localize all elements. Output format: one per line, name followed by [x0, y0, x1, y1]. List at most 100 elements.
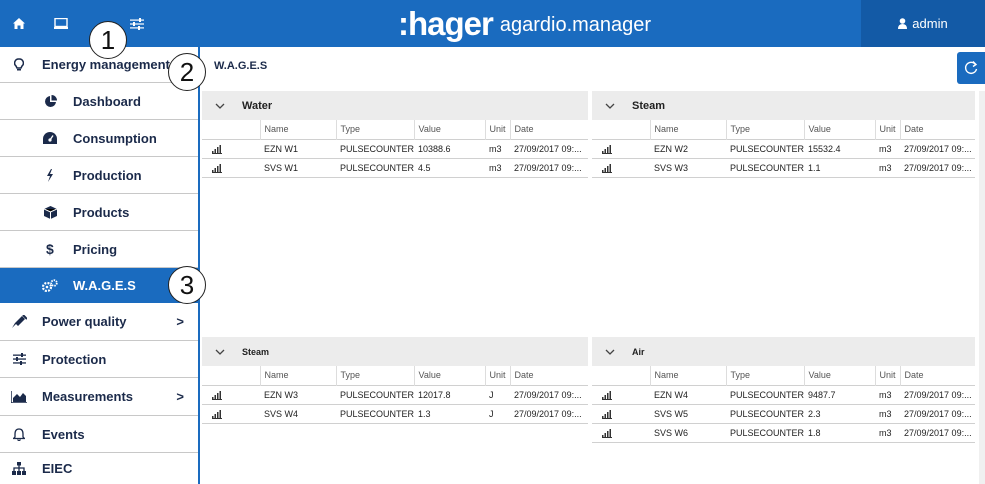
gauge-icon	[40, 132, 60, 144]
sidebar-item-label: Measurements	[42, 389, 134, 404]
col-unit[interactable]: Unit	[484, 366, 511, 385]
signal-bars-icon	[212, 390, 222, 400]
table-row[interactable]: SVS W4 PULSECOUNTER 1.3 J 27/09/2017 09:…	[202, 403, 588, 424]
col-type[interactable]: Type	[725, 120, 805, 139]
chevron-down-icon[interactable]	[605, 349, 617, 355]
panel-header[interactable]: Water	[202, 91, 588, 120]
table-row[interactable]: EZN W2 PULSECOUNTER 15532.4 m3 27/09/201…	[592, 138, 975, 158]
cell-date: 27/09/2017 09:...	[510, 138, 588, 158]
cell-type: PULSECOUNTER	[726, 138, 805, 158]
meter-table: Name Type Value Unit Date EZN W1 PULSECO…	[202, 120, 588, 178]
cell-unit: J	[485, 384, 511, 404]
monitor-icon	[54, 18, 68, 29]
table-row[interactable]: SVS W6 PULSECOUNTER 1.8 m3 27/09/2017 09…	[592, 422, 975, 443]
sidebar-item-protection[interactable]: Protection	[0, 341, 198, 378]
col-unit[interactable]: Unit	[484, 120, 511, 139]
user-menu[interactable]: admin	[861, 0, 985, 47]
cell-date: 27/09/2017 09:...	[900, 403, 975, 423]
col-value[interactable]: Value	[803, 366, 876, 385]
monitor-button[interactable]	[38, 0, 84, 47]
cell-date: 27/09/2017 09:...	[510, 403, 588, 424]
cell-name: EZN W2	[650, 138, 726, 158]
sidebar-item-label: Energy management	[42, 57, 170, 72]
sidebar-item-consumption[interactable]: Consumption	[0, 120, 198, 157]
signal-bars-icon	[602, 390, 612, 400]
panel-header[interactable]: Steam	[202, 337, 588, 366]
cell-unit: m3	[875, 384, 901, 404]
panel-water: Water Name Type Value Unit Date EZN W1 P…	[202, 91, 588, 178]
main-content: W.A.G.E.S Water Name Type Value Unit Dat…	[202, 47, 985, 484]
cell-unit: m3	[875, 138, 901, 158]
cell-type: PULSECOUNTER	[336, 384, 415, 404]
col-value[interactable]: Value	[803, 120, 876, 139]
panel-header[interactable]: Air	[592, 337, 975, 366]
signal-bars-icon	[212, 163, 222, 173]
col-date[interactable]: Date	[899, 366, 975, 385]
brand-name: :hager	[398, 5, 494, 42]
panel-steam-bottom: Steam Name Type Value Unit Date EZN W3 P…	[202, 337, 588, 424]
col-date[interactable]: Date	[509, 366, 588, 385]
table-row[interactable]: SVS W1 PULSECOUNTER 4.5 m3 27/09/2017 09…	[202, 157, 588, 178]
chevron-down-icon[interactable]	[605, 103, 617, 109]
col-type[interactable]: Type	[725, 366, 805, 385]
cell-type: PULSECOUNTER	[726, 403, 805, 423]
col-unit[interactable]: Unit	[874, 366, 901, 385]
sidebar-item-power-quality[interactable]: Power quality >	[0, 303, 198, 341]
table-row[interactable]: EZN W1 PULSECOUNTER 10388.6 m3 27/09/201…	[202, 138, 588, 158]
sidebar-item-dashboard[interactable]: Dashboard	[0, 83, 198, 120]
cell-type: PULSECOUNTER	[726, 384, 805, 404]
col-date[interactable]: Date	[509, 120, 588, 139]
lightbulb-icon	[9, 57, 29, 72]
col-type[interactable]: Type	[335, 120, 415, 139]
cell-value: 15532.4	[804, 138, 876, 158]
sitemap-icon	[9, 462, 29, 475]
cell-name: EZN W3	[260, 384, 336, 404]
col-date[interactable]: Date	[899, 120, 975, 139]
sidebar-item-label: Production	[73, 167, 142, 183]
col-value[interactable]: Value	[413, 120, 486, 139]
table-header-row: Name Type Value Unit Date	[202, 366, 588, 385]
sidebar-item-products[interactable]: Products	[0, 194, 198, 231]
cell-name: EZN W4	[650, 384, 726, 404]
chevron-right-icon: >	[176, 314, 184, 329]
col-name[interactable]: Name	[259, 366, 336, 385]
panel-header[interactable]: Steam	[592, 91, 975, 120]
username: admin	[912, 16, 948, 31]
sidebar-item-measurements[interactable]: Measurements >	[0, 378, 198, 416]
sidebar-item-production[interactable]: Production	[0, 157, 198, 194]
sidebar-item-events[interactable]: Events	[0, 416, 198, 453]
table-header-row: Name Type Value Unit Date	[592, 120, 975, 139]
chevron-down-icon[interactable]	[215, 349, 227, 355]
sliders-icon	[9, 353, 29, 365]
cell-type: PULSECOUNTER	[726, 422, 805, 443]
table-row[interactable]: SVS W5 PULSECOUNTER 2.3 m3 27/09/2017 09…	[592, 403, 975, 423]
signal-bars-icon	[602, 428, 612, 438]
sidebar-item-eiec[interactable]: EIEC	[0, 453, 198, 484]
cell-unit: m3	[485, 157, 511, 178]
signal-bars-icon	[602, 163, 612, 173]
col-type[interactable]: Type	[335, 366, 415, 385]
col-name[interactable]: Name	[649, 366, 726, 385]
table-row[interactable]: SVS W3 PULSECOUNTER 1.1 m3 27/09/2017 09…	[592, 157, 975, 178]
table-row[interactable]: EZN W3 PULSECOUNTER 12017.8 J 27/09/2017…	[202, 384, 588, 404]
home-button[interactable]	[0, 0, 38, 47]
sidebar: Energy management Dashboard Consumption …	[0, 47, 200, 484]
col-unit[interactable]: Unit	[874, 120, 901, 139]
col-name[interactable]: Name	[649, 120, 726, 139]
cell-value: 2.3	[804, 403, 876, 423]
sidebar-item-pricing[interactable]: $ Pricing	[0, 231, 198, 268]
vertical-scrollbar[interactable]	[979, 91, 985, 484]
cell-name: SVS W4	[260, 403, 336, 424]
chevron-down-icon[interactable]	[215, 103, 227, 109]
sidebar-item-label: EIEC	[42, 461, 73, 476]
panel-title: Air	[632, 346, 645, 357]
refresh-button[interactable]	[957, 52, 985, 84]
table-header-row: Name Type Value Unit Date	[592, 366, 975, 385]
col-value[interactable]: Value	[413, 366, 486, 385]
table-row[interactable]: EZN W4 PULSECOUNTER 9487.7 m3 27/09/2017…	[592, 384, 975, 404]
sidebar-item-label: Consumption	[73, 130, 157, 146]
col-name[interactable]: Name	[259, 120, 336, 139]
cell-type: PULSECOUNTER	[726, 157, 805, 178]
sidebar-item-label: Protection	[42, 351, 107, 367]
cell-type: PULSECOUNTER	[336, 138, 415, 158]
